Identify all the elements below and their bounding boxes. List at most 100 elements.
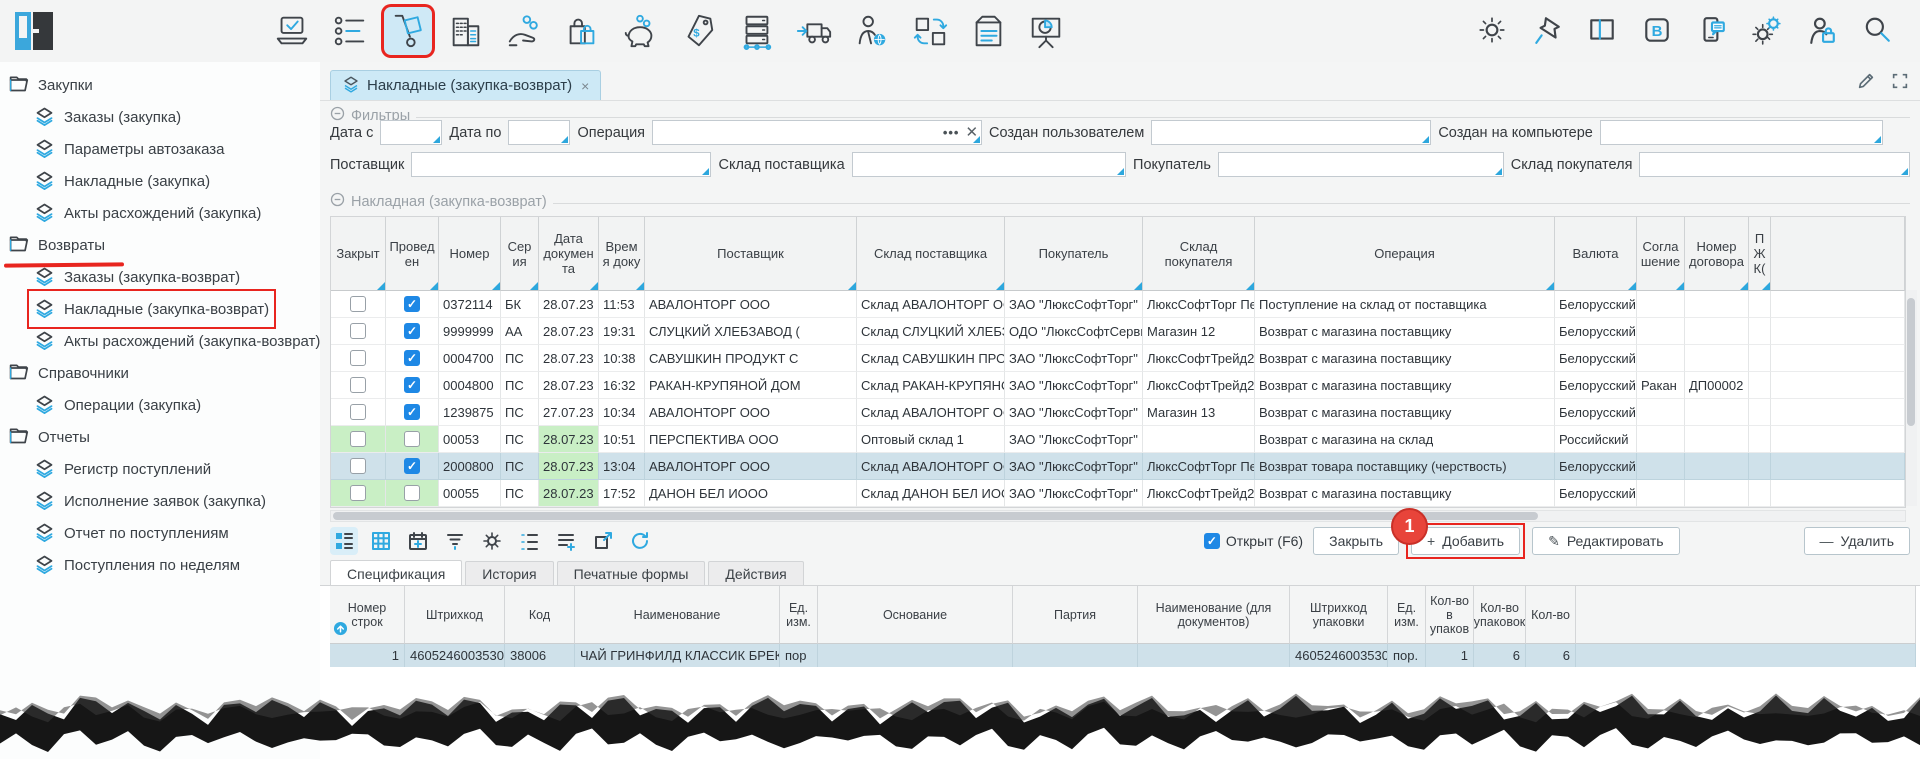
column-header[interactable]: Дата документа (539, 217, 599, 291)
checklist-icon[interactable] (326, 7, 374, 55)
vertical-scrollbar[interactable] (1906, 290, 1917, 506)
grid-cell[interactable]: СЛУЦКИЙ ХЛЕБЗАВОД ( (645, 318, 857, 345)
grid-cell[interactable] (331, 372, 386, 399)
checkbox[interactable] (404, 296, 420, 312)
grid-cell[interactable]: 1239875 (439, 399, 501, 426)
grid-cell[interactable]: 27.07.23 (539, 399, 599, 426)
vertical-scrollbar-thumb[interactable] (1907, 298, 1915, 426)
checkbox-icon[interactable] (1204, 533, 1220, 549)
sort-ascending-icon[interactable] (333, 621, 348, 639)
grid-cell[interactable] (1749, 318, 1771, 345)
grid-cell[interactable]: ПС (501, 345, 539, 372)
settings-gear-icon[interactable] (478, 527, 506, 555)
grid-cell[interactable] (1749, 399, 1771, 426)
package-box-icon[interactable] (964, 7, 1012, 55)
grid-cell[interactable]: ЗАО "ЛюксСофтТорг" (1005, 291, 1143, 318)
detail-cell[interactable] (1138, 644, 1290, 667)
sidebar-item[interactable]: Операции (закупка) (34, 392, 201, 418)
grid-cell[interactable] (1749, 453, 1771, 480)
grid-cell[interactable]: Магазин 12 (1143, 318, 1255, 345)
grid-cell[interactable]: Возврат с магазина поставщику (1255, 345, 1555, 372)
grid-cell[interactable]: ЛюксСофтТорг Пекарня (1143, 291, 1255, 318)
sidebar-item[interactable]: Накладные (закупка-возврат) (34, 296, 269, 322)
grid-cell[interactable] (331, 453, 386, 480)
presentation-chart-icon[interactable] (1022, 7, 1070, 55)
grid-cell[interactable]: ОДО "ЛюксСофтСервис (1005, 318, 1143, 345)
price-tag-icon[interactable]: $ (674, 7, 722, 55)
column-header[interactable]: Время доку (599, 217, 645, 291)
checkbox[interactable] (404, 458, 420, 474)
shopping-bags-icon[interactable] (558, 7, 606, 55)
grid-cell[interactable]: Белорусский (1555, 480, 1637, 507)
search-icon[interactable] (1860, 13, 1894, 47)
filter-input[interactable] (380, 120, 442, 145)
filter-input[interactable] (852, 152, 1126, 177)
grid-cell[interactable]: Возврат с магазина на склад (1255, 426, 1555, 453)
detail-cell[interactable]: 4605246003530 (405, 644, 505, 667)
filter-icon[interactable] (441, 527, 469, 555)
grid-cell[interactable] (1637, 480, 1685, 507)
detail-cell[interactable] (1013, 644, 1138, 667)
grid-cell[interactable]: ПС (501, 399, 539, 426)
grid-cell[interactable]: Белорусский (1555, 291, 1637, 318)
grid-cell[interactable]: 19:31 (599, 318, 645, 345)
calendar-icon[interactable] (404, 527, 432, 555)
horizontal-scrollbar[interactable] (330, 510, 1906, 522)
grid-cell[interactable]: Возврат с магазина поставщику (1255, 372, 1555, 399)
grid-cell[interactable] (1685, 318, 1749, 345)
grid-cell[interactable]: Возврат товара поставщику (черствость) (1255, 453, 1555, 480)
collapse-icon[interactable] (330, 192, 345, 211)
grid-cell[interactable]: ПС (501, 453, 539, 480)
grid-row[interactable]: 1239875ПС27.07.2310:34АВАЛОНТОРГ ОООСкла… (331, 399, 1905, 426)
grid-cell[interactable]: 28.07.23 (539, 372, 599, 399)
detail-column-header[interactable]: Наименование (575, 586, 780, 644)
grid-cell[interactable]: АВАЛОНТОРГ ООО (645, 399, 857, 426)
detail-cell[interactable]: 1 (1426, 644, 1474, 667)
grid-cell[interactable]: ЗАО "ЛюксСофтТорг" (1005, 453, 1143, 480)
split-panel-icon[interactable] (1585, 13, 1619, 47)
detail-column-header[interactable]: Код (505, 586, 575, 644)
grid-cell[interactable]: Белорусский (1555, 453, 1637, 480)
grid-cell[interactable]: Склад АВАЛОНТОРГ ОО (857, 291, 1005, 318)
detail-tab[interactable]: Печатные формы (557, 561, 706, 586)
column-header[interactable]: Покупатель (1005, 217, 1143, 291)
grid-cell[interactable]: 28.07.23 (539, 426, 599, 453)
grid-cell[interactable]: ЛюксСофтТорг Пекарня (1143, 453, 1255, 480)
grid-cell[interactable]: РАКАН-КРУПЯНОЙ ДОМ (645, 372, 857, 399)
checkbox[interactable] (350, 296, 366, 312)
checkbox[interactable] (404, 404, 420, 420)
open-window-icon[interactable] (589, 527, 617, 555)
filter-input[interactable] (411, 152, 711, 177)
detail-column-header[interactable]: Партия (1013, 586, 1138, 644)
grid-cell[interactable] (1143, 426, 1255, 453)
lookup-dots-button[interactable]: ••• (943, 125, 960, 140)
checkbox[interactable] (350, 350, 366, 366)
grid-cell[interactable]: АВАЛОНТОРГ ООО (645, 453, 857, 480)
grid-cell[interactable] (331, 399, 386, 426)
grid-cell[interactable] (1685, 480, 1749, 507)
grid-cell[interactable] (1685, 345, 1749, 372)
grid-cell[interactable]: 28.07.23 (539, 480, 599, 507)
grid-cell[interactable]: Белорусский (1555, 372, 1637, 399)
grid-cell[interactable]: Ракан (1637, 372, 1685, 399)
detail-cell[interactable]: 4605246003530 (1290, 644, 1388, 667)
detail-tab[interactable]: История (465, 561, 553, 586)
grid-cell[interactable]: ЛюксСофтТрейд2 (1143, 480, 1255, 507)
grid-cell[interactable] (1749, 345, 1771, 372)
column-header[interactable]: Серия (501, 217, 539, 291)
sidebar-item[interactable]: Возвраты (8, 232, 105, 258)
column-header[interactable]: П Ж К( (1749, 217, 1771, 291)
grid-row[interactable]: 0372114БК28.07.2311:53АВАЛОНТОРГ ОООСкла… (331, 291, 1905, 318)
piggy-bank-icon[interactable] (616, 7, 664, 55)
column-header[interactable]: Номер (439, 217, 501, 291)
detail-column-header[interactable]: Наименование (для документов) (1138, 586, 1290, 644)
grid-cell[interactable]: Склад ДАНОН БЕЛ ИОО (857, 480, 1005, 507)
sidebar-item[interactable]: Акты расхождений (закупка-возврат) (34, 328, 320, 354)
grid-cell[interactable] (386, 372, 439, 399)
person-globe-icon[interactable] (848, 7, 896, 55)
grid-cell[interactable]: ЗАО "ЛюксСофтТорг" (1005, 372, 1143, 399)
grid-cell[interactable]: ЗАО "ЛюксСофтТорг" (1005, 399, 1143, 426)
grid-cell[interactable]: ПС (501, 480, 539, 507)
sidebar-item[interactable]: Справочники (8, 360, 129, 386)
grid-cell[interactable] (386, 291, 439, 318)
